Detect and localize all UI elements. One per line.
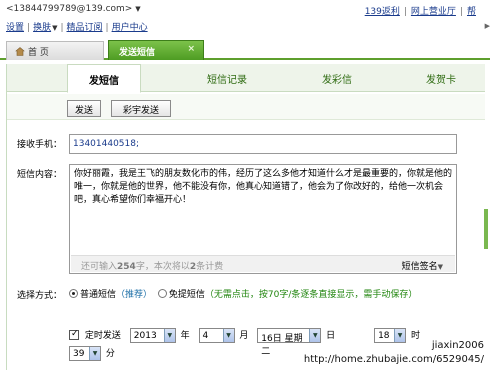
minute-unit: 分 <box>105 349 115 359</box>
chevron-down-icon: ▼ <box>163 329 175 342</box>
minute-select[interactable]: 39 ▼ <box>69 346 101 361</box>
subtab-sms-records[interactable]: 短信记录 <box>177 64 277 92</box>
link-skin[interactable]: 换肤 <box>33 23 51 33</box>
side-scroll-handle[interactable] <box>484 209 488 249</box>
link-help[interactable]: 帮 <box>467 7 476 17</box>
remaining-count: 254 <box>117 262 136 272</box>
tab-home-label: 首 页 <box>28 48 49 58</box>
radio-normal-sms[interactable] <box>69 289 78 298</box>
chevron-down-icon[interactable]: ▼ <box>135 5 140 13</box>
tab-bar: 首 页 发送短信 × <box>0 38 490 60</box>
close-icon[interactable]: × <box>187 44 195 54</box>
chevron-down-icon: ▼ <box>222 329 234 342</box>
chevron-down-icon[interactable]: ▼ <box>52 24 57 32</box>
method-options: 普通短信（推荐） 免提短信（无需点击，按70字/条逐条直接显示，需手动保存） <box>69 288 449 303</box>
char-count-text: 还可输入254字，本次将以2条计费 <box>81 262 224 272</box>
chevron-right-icon[interactable]: ▶ <box>485 22 490 30</box>
color-send-button[interactable]: 彩宇发送 <box>111 100 171 117</box>
tab-send-sms-label: 发送短信 <box>119 48 156 58</box>
radio-free-sms[interactable] <box>157 289 167 298</box>
link-subscriptions[interactable]: 精品订阅 <box>67 23 103 33</box>
recipient-label: 接收手机： <box>17 140 63 150</box>
link-online-hall[interactable]: 网上营业厅 <box>411 7 456 17</box>
sub-links: 设置 | 换肤▼ | 精品订阅 | 用户中心 <box>6 23 148 33</box>
link-fanli[interactable]: 139返利 <box>365 7 400 17</box>
signature-dropdown[interactable]: 短信签名▼ <box>402 259 443 272</box>
year-unit: 年 <box>180 331 190 341</box>
content-frame: 发短信 短信记录 发彩信 发贺卡 发送 彩宇发送 接收手机： 134014405… <box>6 64 488 370</box>
subtab-send-mms[interactable]: 发彩信 <box>287 64 387 92</box>
recipient-input[interactable]: 13401440518; <box>69 134 457 154</box>
chevron-down-icon: ▼ <box>309 329 321 342</box>
method-label: 选择方式： <box>17 291 63 301</box>
normal-sms-hint: （推荐） <box>116 290 153 300</box>
year-select[interactable]: 2013 ▼ <box>129 328 176 343</box>
char-count-bar: 还可输入254字，本次将以2条计费 短信签名▼ <box>71 255 455 272</box>
home-icon <box>15 47 25 56</box>
send-button[interactable]: 发送 <box>67 100 101 117</box>
day-unit: 日 <box>326 331 336 341</box>
month-unit: 月 <box>239 331 249 341</box>
tab-send-sms[interactable]: 发送短信 × <box>108 40 204 60</box>
subtab-send-sms[interactable]: 发短信 <box>67 64 141 93</box>
link-settings[interactable]: 设置 <box>6 23 24 33</box>
scheduled-send-label: 定时发送 <box>84 331 121 341</box>
watermark-url: http://home.zhubajie.com/6529045/ <box>303 354 484 365</box>
hour-select[interactable]: 18 ▼ <box>374 328 407 343</box>
main-content: 发短信 短信记录 发彩信 发贺卡 发送 彩宇发送 接收手机： 134014405… <box>0 60 490 370</box>
sub-tab-bar: 发短信 短信记录 发彩信 发贺卡 <box>7 64 485 93</box>
free-sms-label[interactable]: 免提短信 <box>169 290 205 300</box>
month-select[interactable]: 4 ▼ <box>198 328 235 343</box>
sms-content-textarea[interactable]: 你好丽霞，我是王飞的朋友数化市的伟，经历了这么多他才知道什么才是最重要的，你就是… <box>69 164 457 274</box>
normal-sms-label[interactable]: 普通短信 <box>80 290 116 300</box>
free-sms-hint: （无需点击，按70字/条逐条直接显示，需手动保存） <box>204 290 418 300</box>
content-label: 短信内容： <box>17 170 63 180</box>
top-links: 139返利 | 网上营业厅 | 帮 <box>364 7 476 17</box>
chevron-down-icon: ▼ <box>437 263 443 271</box>
account-email[interactable]: <13844799789@139.com> ▼ <box>6 4 141 14</box>
scheduled-send-checkbox[interactable] <box>69 329 79 340</box>
subtab-send-card[interactable]: 发贺卡 <box>397 64 485 92</box>
chevron-down-icon: ▼ <box>89 347 100 360</box>
day-select[interactable]: 16日 星期二 ▼ <box>257 328 322 357</box>
hour-unit: 时 <box>410 331 420 341</box>
signature-label: 短信签名 <box>401 262 438 272</box>
top-bar: <13844799789@139.com> ▼ 139返利 | 网上营业厅 | 帮 设置… <box>0 0 490 38</box>
sms-content-text: 你好丽霞，我是王飞的朋友数化市的伟，经历了这么多他才知道什么才是最重要的，你就是… <box>74 169 453 205</box>
watermark-user: jiaxin2006 <box>431 340 484 351</box>
scroll-right-control[interactable]: ▶ <box>482 18 490 38</box>
chevron-down-icon: ▼ <box>394 329 406 342</box>
email-text: <13844799789@139.com> <box>6 4 133 14</box>
link-user-center[interactable]: 用户中心 <box>112 23 148 33</box>
tab-home[interactable]: 首 页 <box>6 41 104 60</box>
button-row: 发送 彩宇发送 <box>7 94 485 120</box>
